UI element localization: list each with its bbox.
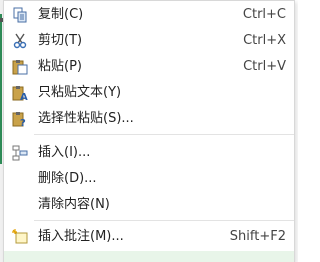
menu-item-paste-special[interactable]: ? 选择性粘贴(S)... [4,106,294,132]
menu-item-label: 清除内容(N) [38,197,110,212]
menu-item-label: 复制(C) [38,7,84,22]
menu-item-label: 剪切(T) [38,33,83,48]
context-menu: 复制(C) Ctrl+C 剪切(T) Ctrl+X 粘贴(P) Ctrl+V A… [3,0,295,262]
menu-item-label: 只粘贴文本(Y) [38,85,122,100]
menu-item-insert-comment[interactable]: 插入批注(M)... Shift+F2 [4,224,294,250]
paste-icon [12,59,28,75]
menu-item-copy[interactable]: 复制(C) Ctrl+C [4,2,294,28]
menu-separator [34,134,294,135]
menu-item-cut[interactable]: 剪切(T) Ctrl+X [4,28,294,54]
menu-item-shortcut: Ctrl+C [242,7,286,22]
menu-item-label: 插入(I)... [38,145,91,160]
selection-border [0,14,2,164]
menu-item-shortcut: Ctrl+X [243,33,286,48]
menu-item-delete[interactable]: 删除(D)... [4,166,294,192]
menu-item-shortcut: Ctrl+V [243,59,286,74]
paste-special-icon: ? [12,111,28,129]
paste-text-icon: A [12,85,28,103]
svg-text:A: A [20,92,28,101]
menu-item-clear-contents[interactable]: 清除内容(N) [4,192,294,218]
menu-item-shortcut: Shift+F2 [229,229,286,244]
menu-item-label: 粘贴(P) [38,59,82,74]
comment-icon [12,229,28,245]
menu-separator [34,220,294,221]
insert-icon [12,145,28,161]
menu-item-label: 选择性粘贴(S)... [38,111,134,126]
menu-item-label: 插入批注(M)... [38,229,124,244]
menu-item-insert[interactable]: 插入(I)... [4,140,294,166]
menu-item-paste[interactable]: 粘贴(P) Ctrl+V [4,54,294,80]
scissors-icon [12,33,28,49]
menu-item-partial[interactable] [4,251,294,262]
context-menu-screenshot: 复制(C) Ctrl+C 剪切(T) Ctrl+X 粘贴(P) Ctrl+V A… [0,0,298,262]
menu-item-paste-text-only[interactable]: A 只粘贴文本(Y) [4,80,294,106]
svg-text:?: ? [20,118,26,127]
menu-item-label: 删除(D)... [38,171,97,186]
copy-icon [12,7,28,23]
